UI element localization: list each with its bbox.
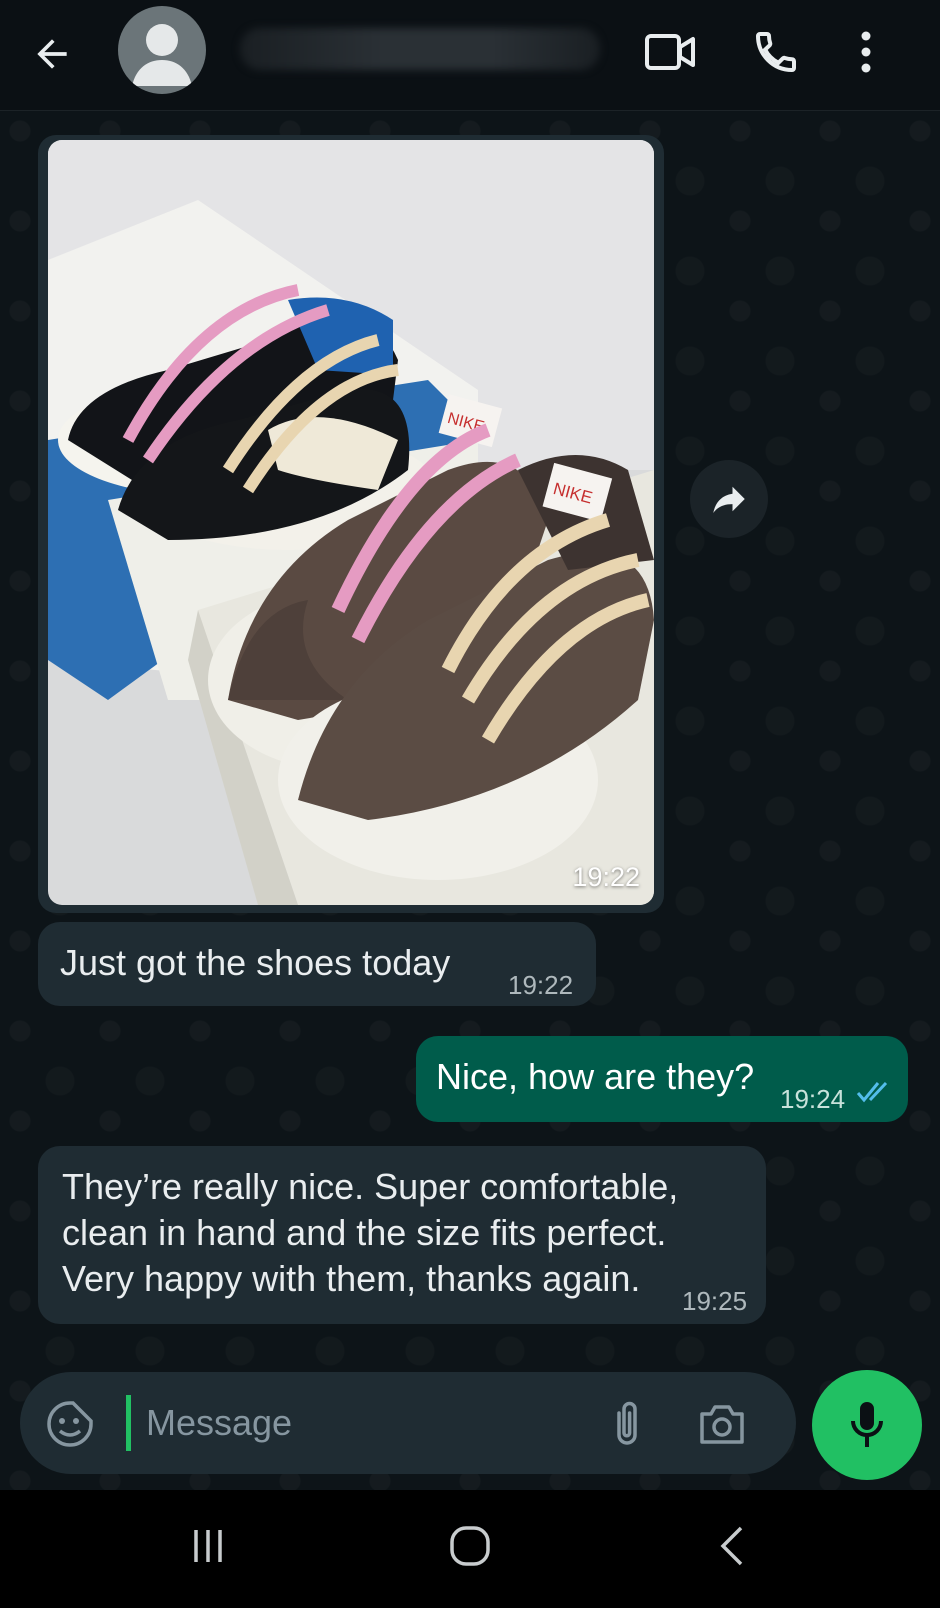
home-button[interactable] [440, 1516, 500, 1576]
sticker-icon [47, 1401, 93, 1447]
text-cursor [126, 1395, 131, 1451]
more-options-button[interactable] [846, 22, 886, 82]
arrow-left-icon [37, 39, 67, 69]
incoming-message[interactable]: Just got the shoes today 19:22 [38, 922, 596, 1006]
read-receipt-icon [856, 1081, 888, 1103]
camera-button[interactable] [692, 1396, 752, 1452]
outgoing-message[interactable]: Nice, how are they? 19:24 [416, 1036, 908, 1122]
message-line: clean in hand and the size fits perfect. [62, 1212, 667, 1253]
camera-icon [700, 1405, 744, 1444]
back-button[interactable] [24, 26, 80, 82]
voice-call-button[interactable] [746, 22, 806, 82]
incoming-message[interactable]: They’re really nice. Super comfortable, … [38, 1146, 766, 1324]
voice-message-button[interactable] [812, 1370, 922, 1480]
message-time: 19:22 [508, 970, 574, 1000]
system-back-button[interactable] [702, 1516, 762, 1576]
message-text: Nice, how are they? [436, 1056, 755, 1097]
forward-button[interactable] [690, 460, 768, 538]
more-vertical-icon [861, 31, 871, 73]
recent-apps-button[interactable] [178, 1516, 238, 1576]
avatar[interactable] [118, 6, 206, 94]
chevron-left-icon [720, 1526, 743, 1566]
microphone-icon [851, 1402, 883, 1447]
shoe-photo[interactable]: NIKE NIKE 19:22 [48, 140, 654, 905]
message-line: They’re really nice. Super comfortable, [62, 1166, 679, 1207]
home-icon [450, 1526, 490, 1566]
message-composer[interactable]: Message [20, 1372, 796, 1474]
recent-apps-icon [194, 1530, 222, 1562]
phone-icon [755, 32, 796, 73]
sticker-button[interactable] [42, 1396, 98, 1452]
message-text: Just got the shoes today [60, 942, 451, 983]
message-line: Very happy with them, thanks again. [62, 1258, 641, 1299]
photo-illustration: NIKE NIKE [48, 140, 654, 905]
message-time: 19:24 [780, 1084, 846, 1114]
chat-header [0, 0, 940, 111]
forward-arrow-icon [713, 486, 745, 513]
paperclip-icon [617, 1401, 637, 1445]
message-time: 19:25 [682, 1286, 748, 1316]
message-time: 19:22 [572, 862, 640, 892]
attach-button[interactable] [602, 1396, 652, 1452]
contact-name[interactable] [240, 28, 600, 70]
message-input[interactable]: Message [146, 1398, 292, 1448]
video-call-button[interactable] [640, 24, 700, 80]
message-text: They’re really nice. Super comfortable, … [62, 1164, 678, 1302]
system-navigation-bar [0, 1490, 940, 1608]
default-avatar-icon [132, 24, 192, 86]
video-camera-icon [645, 34, 695, 70]
